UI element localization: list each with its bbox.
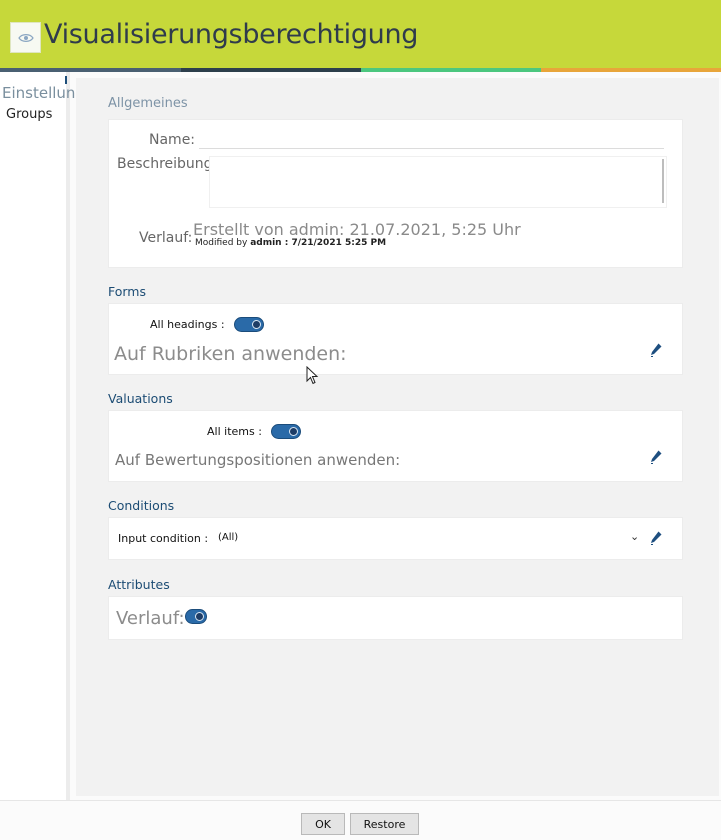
history-modified-prefix: Modified by: [195, 238, 248, 248]
sidebar-selection-marker: [65, 76, 67, 84]
all-headings-label: All headings :: [150, 318, 225, 331]
attributes-history-toggle[interactable]: [185, 609, 207, 624]
chevron-down-icon[interactable]: ⌄: [630, 530, 639, 543]
history-modified-detail: admin : 7/21/2021 5:25 PM: [250, 238, 387, 248]
attributes-card: Verlauf:: [108, 596, 683, 640]
toggle-knob: [289, 427, 298, 436]
ok-button[interactable]: OK: [301, 813, 345, 835]
header-bar: Visualisierungsberechtigung: [0, 0, 721, 68]
mouse-cursor-icon: [306, 366, 319, 385]
name-input[interactable]: [199, 148, 664, 149]
apply-headings-label: Auf Rubriken anwenden:: [114, 343, 347, 365]
pencil-icon[interactable]: [649, 449, 663, 465]
section-title-valuations: Valuations: [108, 391, 173, 406]
pencil-icon[interactable]: [649, 342, 663, 358]
attributes-history-label: Verlauf:: [116, 608, 185, 629]
section-title-forms: Forms: [108, 284, 147, 299]
conditions-card: Input condition : (All) ⌄: [108, 517, 683, 560]
history-created: Erstellt von admin: 21.07.2021, 5:25 Uhr: [193, 220, 521, 239]
sidebar-item-groups[interactable]: Groups: [6, 107, 52, 122]
general-card: Name: Beschreibung: Verlauf: Erstellt vo…: [108, 119, 683, 268]
valuations-card: All items : Auf Bewertungspositionen anw…: [108, 410, 683, 482]
input-condition-label: Input condition :: [118, 532, 209, 545]
header-stripe: [361, 68, 541, 72]
toggle-knob: [195, 612, 204, 621]
header-stripe: [181, 68, 361, 72]
input-condition-select[interactable]: (All): [218, 532, 238, 543]
dialog-window: Visualisierungsberechtigung Einstellunge…: [0, 0, 721, 840]
apply-valuations-label: Auf Bewertungspositionen anwenden:: [115, 451, 401, 469]
header-stripe: [541, 68, 721, 72]
forms-card: All headings : Auf Rubriken anwenden:: [108, 303, 683, 375]
history-label: Verlauf:: [139, 230, 193, 246]
section-title-conditions: Conditions: [108, 498, 175, 513]
page-title: Visualisierungsberechtigung: [44, 19, 419, 50]
all-items-toggle[interactable]: [271, 424, 301, 439]
toggle-knob: [252, 320, 261, 329]
description-label: Beschreibung:: [117, 156, 218, 172]
name-label: Name:: [149, 132, 196, 148]
all-items-label: All items :: [207, 425, 262, 438]
history-modified: Modified by admin : 7/21/2021 5:25 PM: [195, 238, 386, 248]
section-title-attributes: Attributes: [108, 577, 170, 592]
footer-divider: [0, 800, 721, 801]
section-title-general: Allgemeines: [108, 96, 188, 111]
description-input[interactable]: [209, 156, 667, 208]
sidebar: [0, 72, 70, 800]
textarea-resize-handle[interactable]: [662, 159, 664, 203]
pencil-icon[interactable]: [649, 530, 663, 546]
all-headings-toggle[interactable]: [234, 317, 264, 332]
eye-icon: [10, 22, 41, 53]
restore-button[interactable]: Restore: [350, 813, 419, 835]
